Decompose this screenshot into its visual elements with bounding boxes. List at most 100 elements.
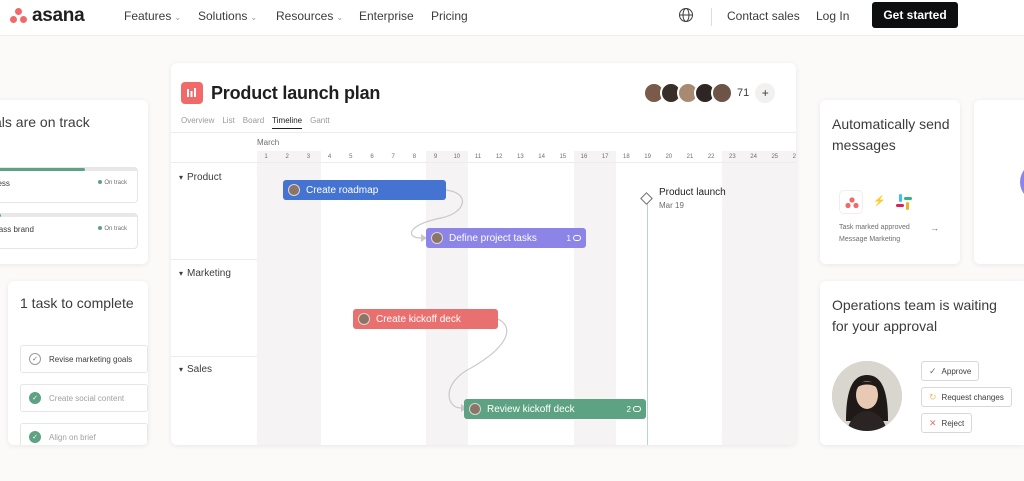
approval-card: Operations team is waiting for your appr…	[820, 281, 1024, 445]
nav-features[interactable]: Features ⌄	[124, 9, 181, 23]
task-bar-create-roadmap[interactable]: Create roadmap	[283, 180, 446, 200]
tab-gantt[interactable]: Gantt	[310, 116, 330, 129]
milestone-diamond-icon[interactable]	[640, 192, 653, 205]
lightning-icon: ⚡	[873, 196, 886, 207]
goal-status: On track	[98, 226, 127, 232]
check-circle-icon[interactable]: ✓	[29, 431, 41, 443]
task-row[interactable]: ✓ Revise marketing goals	[20, 345, 148, 373]
asana-app-icon	[839, 190, 863, 214]
automation-trigger: Task marked approved	[839, 224, 910, 231]
today-line	[647, 201, 648, 445]
partial-card	[974, 100, 1024, 264]
task-row[interactable]: ✓ Create social content	[20, 384, 148, 412]
goal-name: ness	[0, 179, 10, 188]
section-marketing[interactable]: Marketing	[179, 268, 231, 279]
goal-item[interactable]: ness On track	[0, 167, 138, 203]
tabs-divider	[171, 132, 796, 133]
task-bar-create-kickoff-deck[interactable]: Create kickoff deck	[353, 309, 498, 329]
task-bar-review-kickoff-deck[interactable]: Review kickoff deck 2	[464, 399, 646, 419]
contact-sales-link[interactable]: Contact sales	[727, 9, 800, 23]
tab-overview[interactable]: Overview	[181, 116, 214, 129]
tasks-title: 1 task to complete	[20, 295, 134, 311]
section-sales[interactable]: Sales	[179, 364, 212, 375]
timeline-day: 6	[370, 154, 374, 160]
timeline-day: 5	[349, 154, 353, 160]
timeline-day: 20	[665, 154, 673, 160]
nav-solutions[interactable]: Solutions ⌄	[198, 9, 257, 23]
add-member-button[interactable]: +	[755, 83, 776, 103]
goals-card: als are on track ness On track class bra…	[0, 100, 148, 264]
member-avatars[interactable]: 71 +	[643, 82, 776, 104]
assignee-avatar	[288, 184, 300, 196]
task-bar-label: Review kickoff deck	[487, 403, 575, 415]
milestone-date: Mar 19	[659, 201, 684, 210]
timeline-day: 3	[306, 154, 311, 160]
timeline-day: 2	[285, 154, 289, 160]
automation-action: Message Marketing	[839, 236, 901, 243]
timeline-day: 24	[750, 154, 757, 160]
nav-resources[interactable]: Resources ⌄	[276, 9, 343, 23]
assignee-avatar	[431, 232, 443, 244]
goal-progress-bar	[0, 168, 86, 171]
chevron-down-icon: ⌄	[174, 13, 182, 22]
slack-icon	[892, 190, 916, 214]
log-in-link[interactable]: Log In	[816, 9, 849, 23]
timeline-day: 8	[412, 154, 417, 160]
refresh-icon: ↻	[929, 391, 937, 402]
assignee-avatar	[358, 313, 370, 325]
arrow-right-icon: →	[930, 223, 939, 233]
check-icon: ✓	[929, 365, 937, 376]
timeline-day: 26	[792, 154, 796, 160]
task-text: Create social content	[49, 394, 125, 403]
globe-icon[interactable]	[678, 7, 694, 23]
goal-progress-track	[0, 214, 137, 217]
timeline-day: 14	[538, 154, 545, 160]
goal-name: class brand	[0, 225, 34, 234]
check-circle-icon[interactable]: ✓	[29, 392, 41, 404]
timeline-day: 18	[623, 154, 630, 160]
comment-count: 2	[627, 405, 641, 414]
tab-board[interactable]: Board	[243, 116, 264, 129]
request-changes-button[interactable]: ↻ Request changes	[921, 387, 1012, 407]
chevron-down-icon: ⌄	[250, 13, 258, 22]
approve-button[interactable]: ✓ Approve	[921, 361, 980, 381]
task-bar-define-project-tasks[interactable]: Define project tasks 1	[426, 228, 586, 248]
logo-text: asana	[32, 5, 85, 26]
project-timeline-card: Product launch plan 71 + Overview List B…	[171, 63, 796, 445]
comment-count: 1	[567, 234, 581, 243]
tab-timeline[interactable]: Timeline	[272, 116, 303, 129]
task-text: Align on brief	[49, 433, 96, 442]
automation-card: Automatically send messages ⚡ Task marke…	[820, 100, 960, 264]
member-count: 71	[737, 87, 750, 99]
comment-bubble-icon	[573, 235, 581, 241]
timeline-day: 15	[559, 154, 567, 160]
timeline-day: 21	[686, 154, 694, 160]
milestone-title: Product launch	[659, 187, 726, 198]
decorative-shape	[1020, 162, 1024, 202]
nav-divider	[711, 8, 712, 26]
section-divider	[171, 259, 257, 260]
timeline-day: 19	[644, 154, 651, 160]
asana-logo[interactable]: asana	[9, 5, 85, 27]
timeline-day: 16	[580, 154, 588, 160]
task-row[interactable]: ✓ Align on brief	[20, 423, 148, 445]
goal-item[interactable]: class brand On track	[0, 213, 138, 249]
goals-title: als are on track	[0, 114, 90, 130]
section-divider	[171, 356, 257, 357]
reject-button[interactable]: ✕ Reject	[921, 413, 973, 433]
assignee-avatar	[469, 403, 481, 415]
task-bar-label: Create kickoff deck	[376, 313, 461, 325]
nav-pricing[interactable]: Pricing	[431, 9, 468, 23]
get-started-button[interactable]: Get started	[872, 2, 958, 28]
timeline-day: 23	[729, 154, 736, 160]
timeline-rule	[171, 162, 796, 163]
timeline-day: 12	[495, 154, 503, 160]
section-product[interactable]: Product	[179, 172, 221, 183]
timeline-day: 11	[474, 154, 482, 160]
timeline-day: 13	[517, 154, 524, 160]
nav-enterprise[interactable]: Enterprise	[359, 9, 414, 23]
timeline-day: 17	[601, 154, 609, 160]
approval-title: Operations team is waiting for your appr…	[832, 297, 997, 334]
check-circle-icon[interactable]: ✓	[29, 353, 41, 365]
tab-list[interactable]: List	[222, 116, 234, 129]
